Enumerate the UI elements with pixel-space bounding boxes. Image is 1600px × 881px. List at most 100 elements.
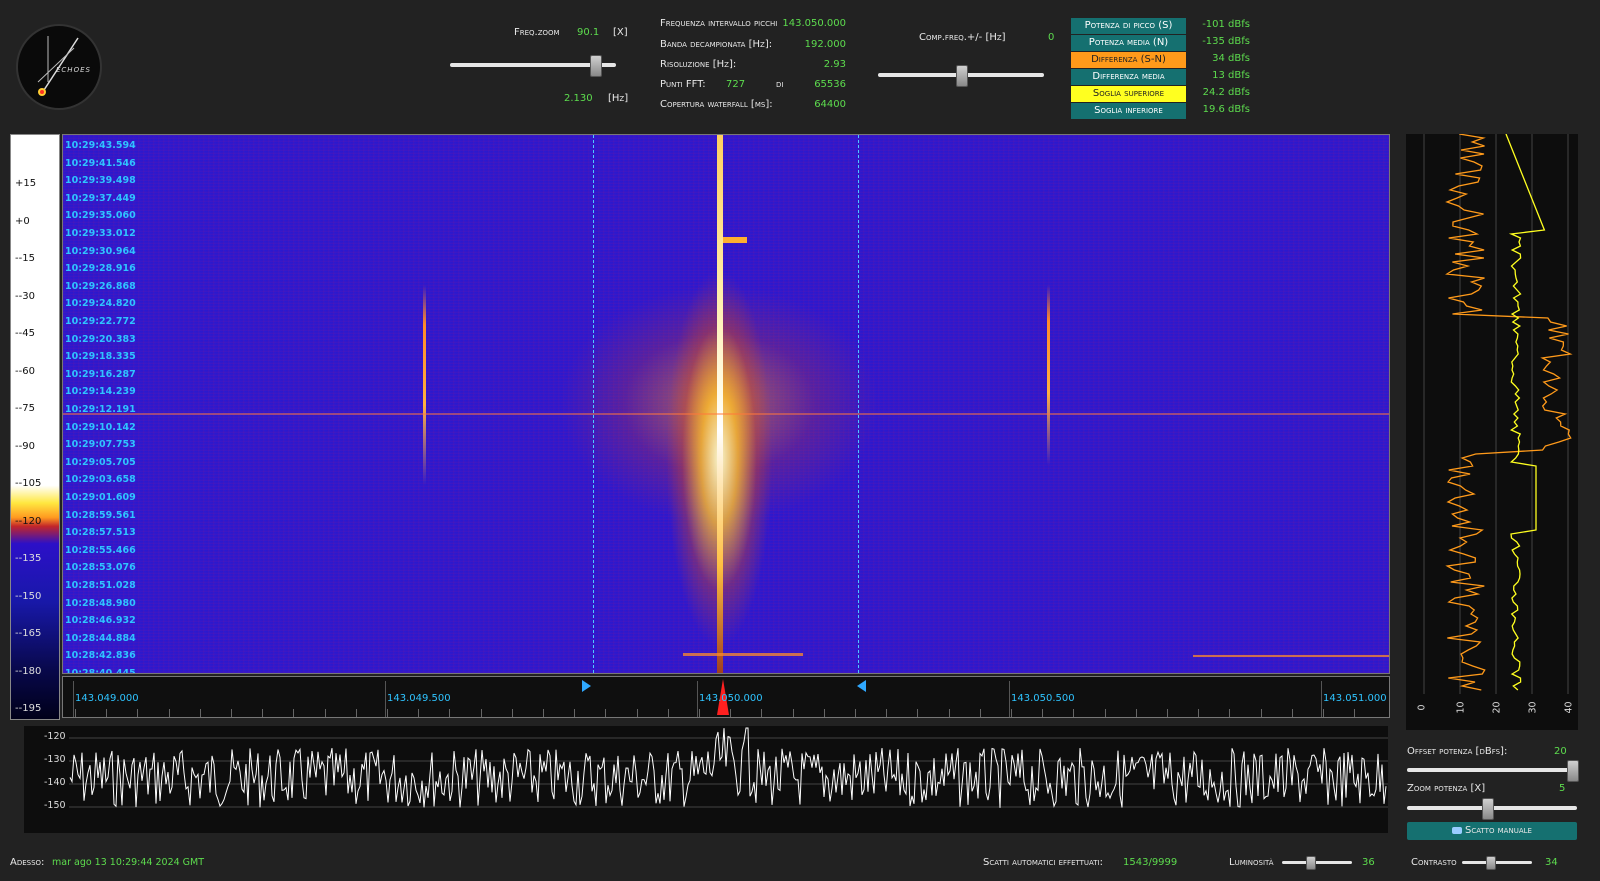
frequency-minor-tick [1011, 709, 1012, 717]
power-axis-label: 0 [1416, 704, 1428, 711]
legend-value: -135 dBfs [1202, 36, 1250, 47]
spectrum-axis-label: -120 [44, 731, 66, 742]
timestamp-label: 10:29:18.335 [65, 351, 136, 363]
frequency-minor-tick [1167, 709, 1168, 717]
timestamp-label: 10:29:22.772 [65, 316, 136, 327]
comp-freq-slider[interactable] [878, 65, 1044, 87]
timestamp-label: 10:29:07.753 [65, 439, 136, 451]
timestamp-label: 10:29:24.820 [65, 298, 136, 310]
spectrum-plot: -120 -130 -140 -150 [24, 726, 1388, 833]
power-axis-label: 20 [1491, 701, 1503, 714]
frequency-major-tick [73, 681, 74, 717]
brightness-slider[interactable] [1282, 856, 1352, 870]
frequency-minor-tick [1354, 709, 1356, 717]
legend-item[interactable]: Differenza media [1071, 69, 1186, 85]
info-peak-freq: Frequenza intervallo picchi 143.050.000 [660, 18, 846, 29]
power-zoom-slider[interactable] [1407, 798, 1577, 820]
range-marker-left[interactable] [593, 135, 594, 673]
bottom-burst [683, 653, 803, 656]
frequency-tick-label: 143.050.000 [699, 693, 763, 704]
frequency-minor-tick [355, 709, 357, 717]
contrast-slider-handle[interactable] [1486, 856, 1496, 870]
timestamp-label: 10:29:03.658 [65, 474, 136, 486]
frequency-axis: 143.049.000 143.049.500 143.050.000 143.050… [62, 676, 1390, 718]
frequency-minor-tick [855, 709, 856, 717]
now-value: mar ago 13 10:29:44 2024 GMT [52, 857, 205, 868]
frequency-minor-tick [1135, 709, 1137, 717]
logo-text: ECHOES [56, 66, 91, 74]
spectrum-trace [69, 727, 1388, 808]
spectrum-axis-label: -130 [44, 754, 66, 765]
frequency-major-tick [1009, 681, 1010, 717]
color-scale-tick: +15 [15, 178, 37, 189]
timestamp-label: 10:28:53.076 [65, 562, 136, 574]
timestamp-label: 10:29:35.060 [65, 210, 136, 222]
frequency-minor-tick [1073, 709, 1075, 717]
timestamp-label: 10:29:14.239 [65, 386, 136, 398]
range-marker-right[interactable] [858, 135, 859, 673]
timestamp-label: 10:28:59.561 [65, 509, 136, 521]
frequency-minor-tick [667, 709, 669, 717]
info-resolution: Risoluzione [Hz]: 2.93 [660, 59, 846, 70]
contrast-slider[interactable] [1462, 856, 1532, 870]
offset-label: Offset potenza [dBfs]: [1407, 746, 1508, 757]
frequency-minor-tick [199, 709, 201, 717]
power-axis-label: 10 [1455, 701, 1467, 714]
legend-item[interactable]: Soglia inferiore [1071, 103, 1186, 119]
timestamp-label: 10:29:37.449 [65, 192, 136, 204]
brightness-label: Luminosità [1229, 857, 1274, 868]
now-label: Adesso: [10, 857, 45, 868]
legend-item[interactable]: Potenza di picco (S) [1071, 18, 1186, 34]
freq-zoom-hz-value: 2.130 [564, 93, 593, 104]
spectrum-line [69, 727, 1387, 808]
right-marker-icon[interactable] [856, 679, 868, 693]
timestamp-label: 10:28:48.980 [65, 597, 136, 609]
comp-freq-value: 0 [1048, 32, 1055, 43]
color-scale-tick: --90 [15, 440, 35, 452]
freq-zoom-slider-handle[interactable] [590, 55, 602, 77]
timestamp-label: 10:29:01.609 [65, 492, 136, 503]
offset-slider-handle[interactable] [1567, 760, 1579, 782]
frequency-minor-tick [1042, 709, 1044, 717]
power-zoom-value: 5 [1559, 783, 1566, 794]
offset-slider[interactable] [1407, 760, 1579, 782]
frequency-minor-tick [605, 709, 607, 717]
frequency-minor-tick [1104, 709, 1106, 717]
color-scale-bar: +15 +0 --15 --30 --45 --60 --75 --90 --105 --120 -… [10, 134, 60, 720]
contrast-value: 34 [1545, 857, 1558, 868]
color-scale-tick: --165 [15, 628, 42, 639]
echo-blob [723, 237, 747, 243]
carrier-trace [717, 135, 723, 673]
color-scale-tick: --60 [15, 365, 35, 377]
frequency-minor-tick [636, 709, 638, 717]
timestamp-label: 10:28:44.884 [65, 632, 136, 644]
legend-item[interactable]: Potenza media (N) [1071, 35, 1186, 51]
freq-zoom-slider[interactable] [450, 55, 616, 77]
frequency-minor-tick [293, 709, 295, 717]
frequency-minor-tick [168, 709, 170, 717]
manual-shot-button[interactable]: Scatto manuale [1407, 822, 1577, 840]
auto-shots-value: 1543/9999 [1123, 857, 1178, 868]
waterfall-display[interactable]: 10:29:43.594 10:29:41.546 10:29:39.498 10:2… [62, 134, 1390, 674]
frequency-minor-tick [792, 709, 794, 717]
timestamp-label: 10:29:16.287 [65, 368, 136, 380]
timestamp-label: 10:29:43.594 [65, 140, 136, 151]
frequency-minor-tick [449, 709, 451, 717]
timestamp-label: 10:29:33.012 [65, 228, 136, 239]
timestamp-label: 10:28:55.466 [65, 544, 136, 556]
comp-freq-label: Comp.freq.+/- [Hz] [919, 32, 1006, 43]
legend-item[interactable]: Differenza (S-N) [1071, 52, 1186, 68]
freq-zoom-hz-unit: [Hz] [608, 93, 629, 104]
offset-value: 20 [1554, 746, 1567, 757]
bottom-burst-right [1193, 655, 1389, 657]
echoes-logo: ECHOES [16, 24, 102, 110]
legend-value: 34 dBfs [1212, 53, 1250, 64]
comp-freq-slider-handle[interactable] [956, 65, 968, 87]
brightness-slider-handle[interactable] [1306, 856, 1316, 870]
frequency-minor-tick [1229, 709, 1231, 717]
color-scale-tick: --45 [15, 328, 35, 339]
left-marker-icon[interactable] [580, 679, 592, 693]
frequency-minor-tick [886, 709, 888, 717]
legend-item[interactable]: Soglia superiore [1071, 86, 1186, 102]
power-zoom-slider-handle[interactable] [1482, 798, 1494, 820]
